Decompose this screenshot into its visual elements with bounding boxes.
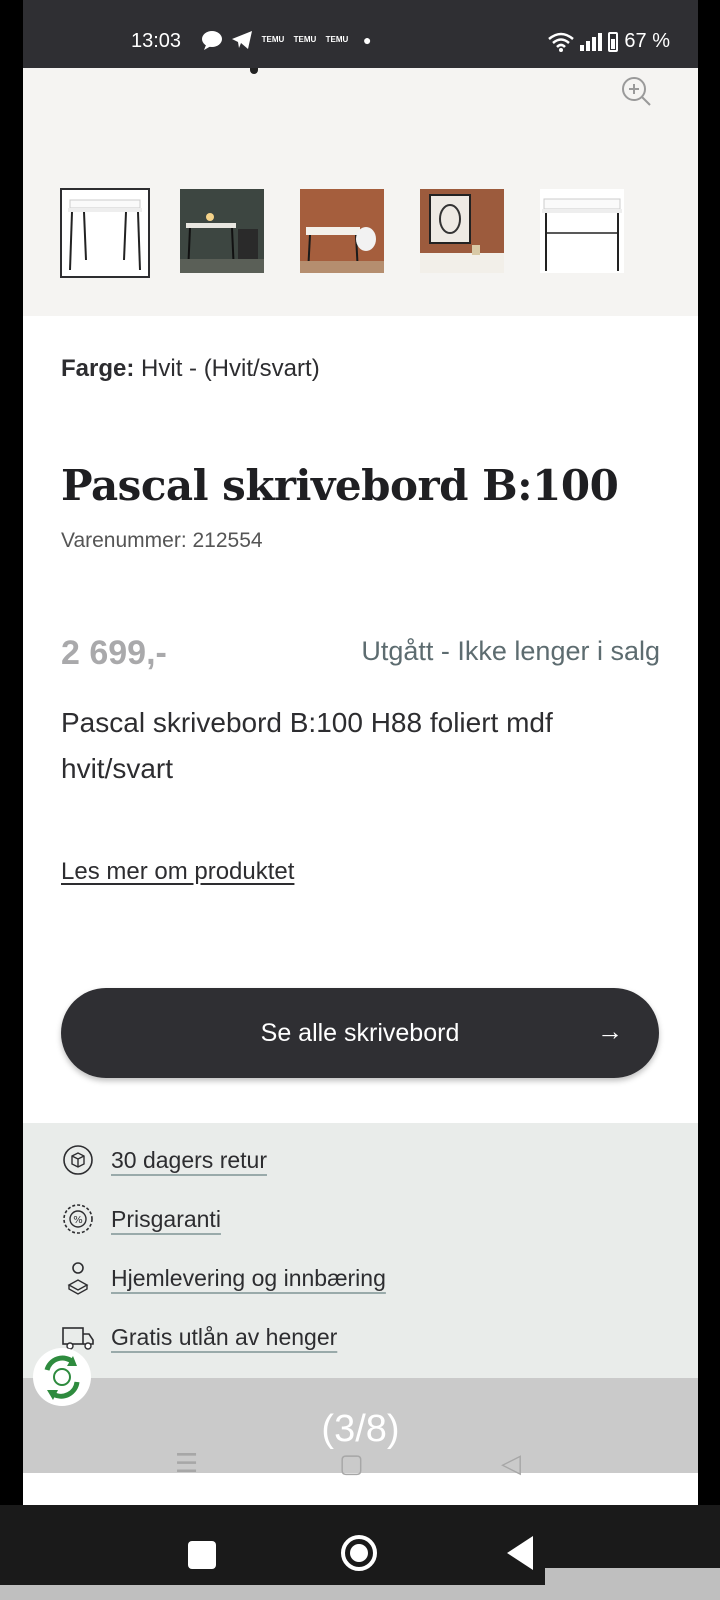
usp-label: 30 dagers retur [111,1146,267,1173]
color-label: Farge: [61,355,135,382]
ghost-menu-icon: ☰ [175,1448,199,1478]
recent-apps-button[interactable] [188,1541,216,1569]
battery-level: 67 % [624,30,670,52]
thumbnail-1[interactable] [60,188,150,278]
read-more-link[interactable]: Les mer om produktet [61,858,294,886]
temu-icon: TEMU [293,35,317,44]
product-price: 2 699,- [61,634,167,672]
thumbnail-5[interactable] [540,189,624,273]
image-counter: (3/8) [321,1408,400,1450]
cta-label: Se alle skrivebord [260,1018,460,1047]
price-guarantee-icon: % [63,1204,93,1234]
usp-item-price-guarantee[interactable]: % Prisgaranti [61,1202,221,1236]
product-title: Pascal skrivebord B:100 [61,461,619,510]
telegram-icon [232,31,252,49]
product-description: Pascal skrivebord B:100 H88 foliert mdf … [61,707,553,784]
product-gallery [23,68,698,316]
wifi-icon [548,32,575,52]
product-page: Farge: Hvit - (Hvit/svart) Pascal skrive… [23,68,698,1505]
ghost-home-icon: ▢ [339,1448,364,1478]
usp-item-trailer[interactable]: Gratis utlån av henger [61,1320,337,1354]
home-delivery-icon [67,1262,89,1295]
status-bar: 13:03 TEMU TEMU TEMU ● 67 % [23,0,698,68]
temu-icon: TEMU [325,35,349,44]
return-box-icon [63,1145,93,1175]
color-selection: Farge: Hvit - (Hvit/svart) [61,355,320,383]
status-time: 13:03 [131,30,182,52]
more-notifications-dot-icon: ● [363,32,372,48]
usp-item-home-delivery[interactable]: Hjemlevering og innbæring [61,1261,386,1295]
availability-status: Utgått - Ikke lenger i salg [361,636,660,666]
bottom-edge-strip [0,1585,720,1600]
temu-icon: TEMU [261,35,285,44]
thumbnail-2[interactable] [180,189,264,273]
thumbnail-4[interactable] [420,189,504,273]
usp-item-return[interactable]: 30 dagers retur [61,1143,267,1177]
battery-icon [608,31,619,52]
carousel-indicator [250,68,258,74]
ghost-back-icon: ◁ [501,1448,521,1478]
zoom-in-icon[interactable] [619,74,653,108]
usp-label: Prisgaranti [111,1205,221,1232]
see-all-desks-button[interactable]: Se alle skrivebord → [61,988,659,1078]
usp-label: Hjemlevering og innbæring [111,1264,386,1291]
usp-list: 30 dagers retur % Prisgaranti Hjemleveri… [23,1123,698,1383]
chat-bubble-icon [202,31,222,50]
status-right: 67 % [548,30,670,53]
home-button[interactable] [340,1534,378,1572]
signal-icon [580,32,603,51]
color-value: Hvit - (Hvit/svart) [141,355,320,382]
thumbnail-3[interactable] [300,189,384,273]
arrow-right-icon: → [597,1016,623,1046]
back-button[interactable] [503,1534,537,1572]
product-sku: Varenummer: 212554 [61,529,263,552]
recycle-icon[interactable] [33,1348,91,1406]
usp-label: Gratis utlån av henger [111,1323,338,1350]
notification-icons: TEMU TEMU TEMU ● [201,30,371,50]
svg-text:%: % [73,1215,83,1226]
